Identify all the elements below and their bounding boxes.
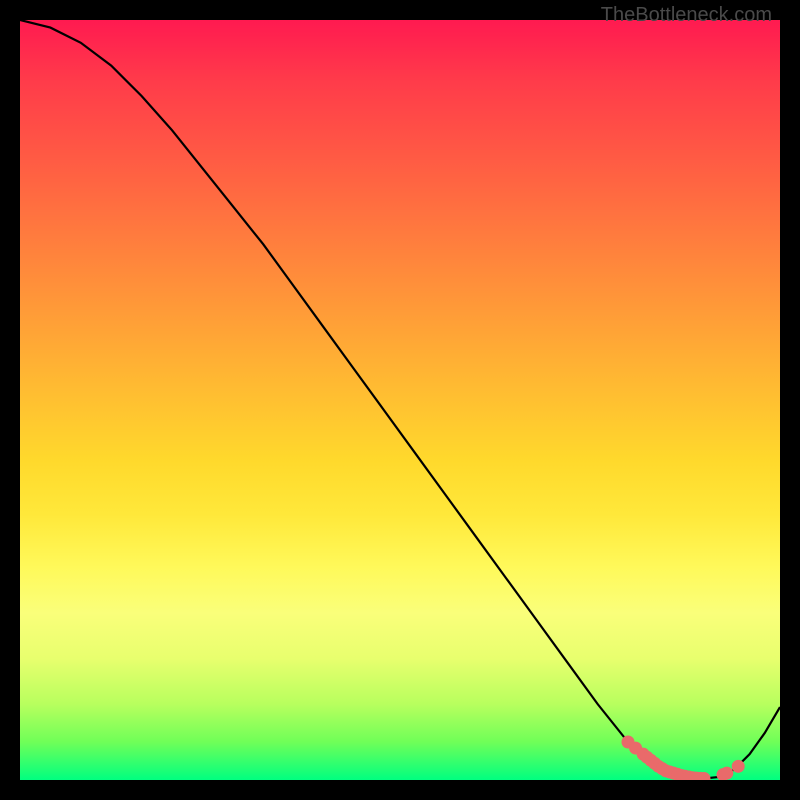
marker-point xyxy=(732,760,744,772)
bottleneck-curve xyxy=(20,20,780,778)
curve-svg xyxy=(20,20,780,780)
plot-area xyxy=(20,20,780,780)
marker-point xyxy=(698,772,710,780)
marker-point xyxy=(721,767,733,779)
curve-markers xyxy=(622,736,744,780)
chart-stage: TheBottleneck.com xyxy=(0,0,800,800)
watermark-text: TheBottleneck.com xyxy=(601,4,772,27)
